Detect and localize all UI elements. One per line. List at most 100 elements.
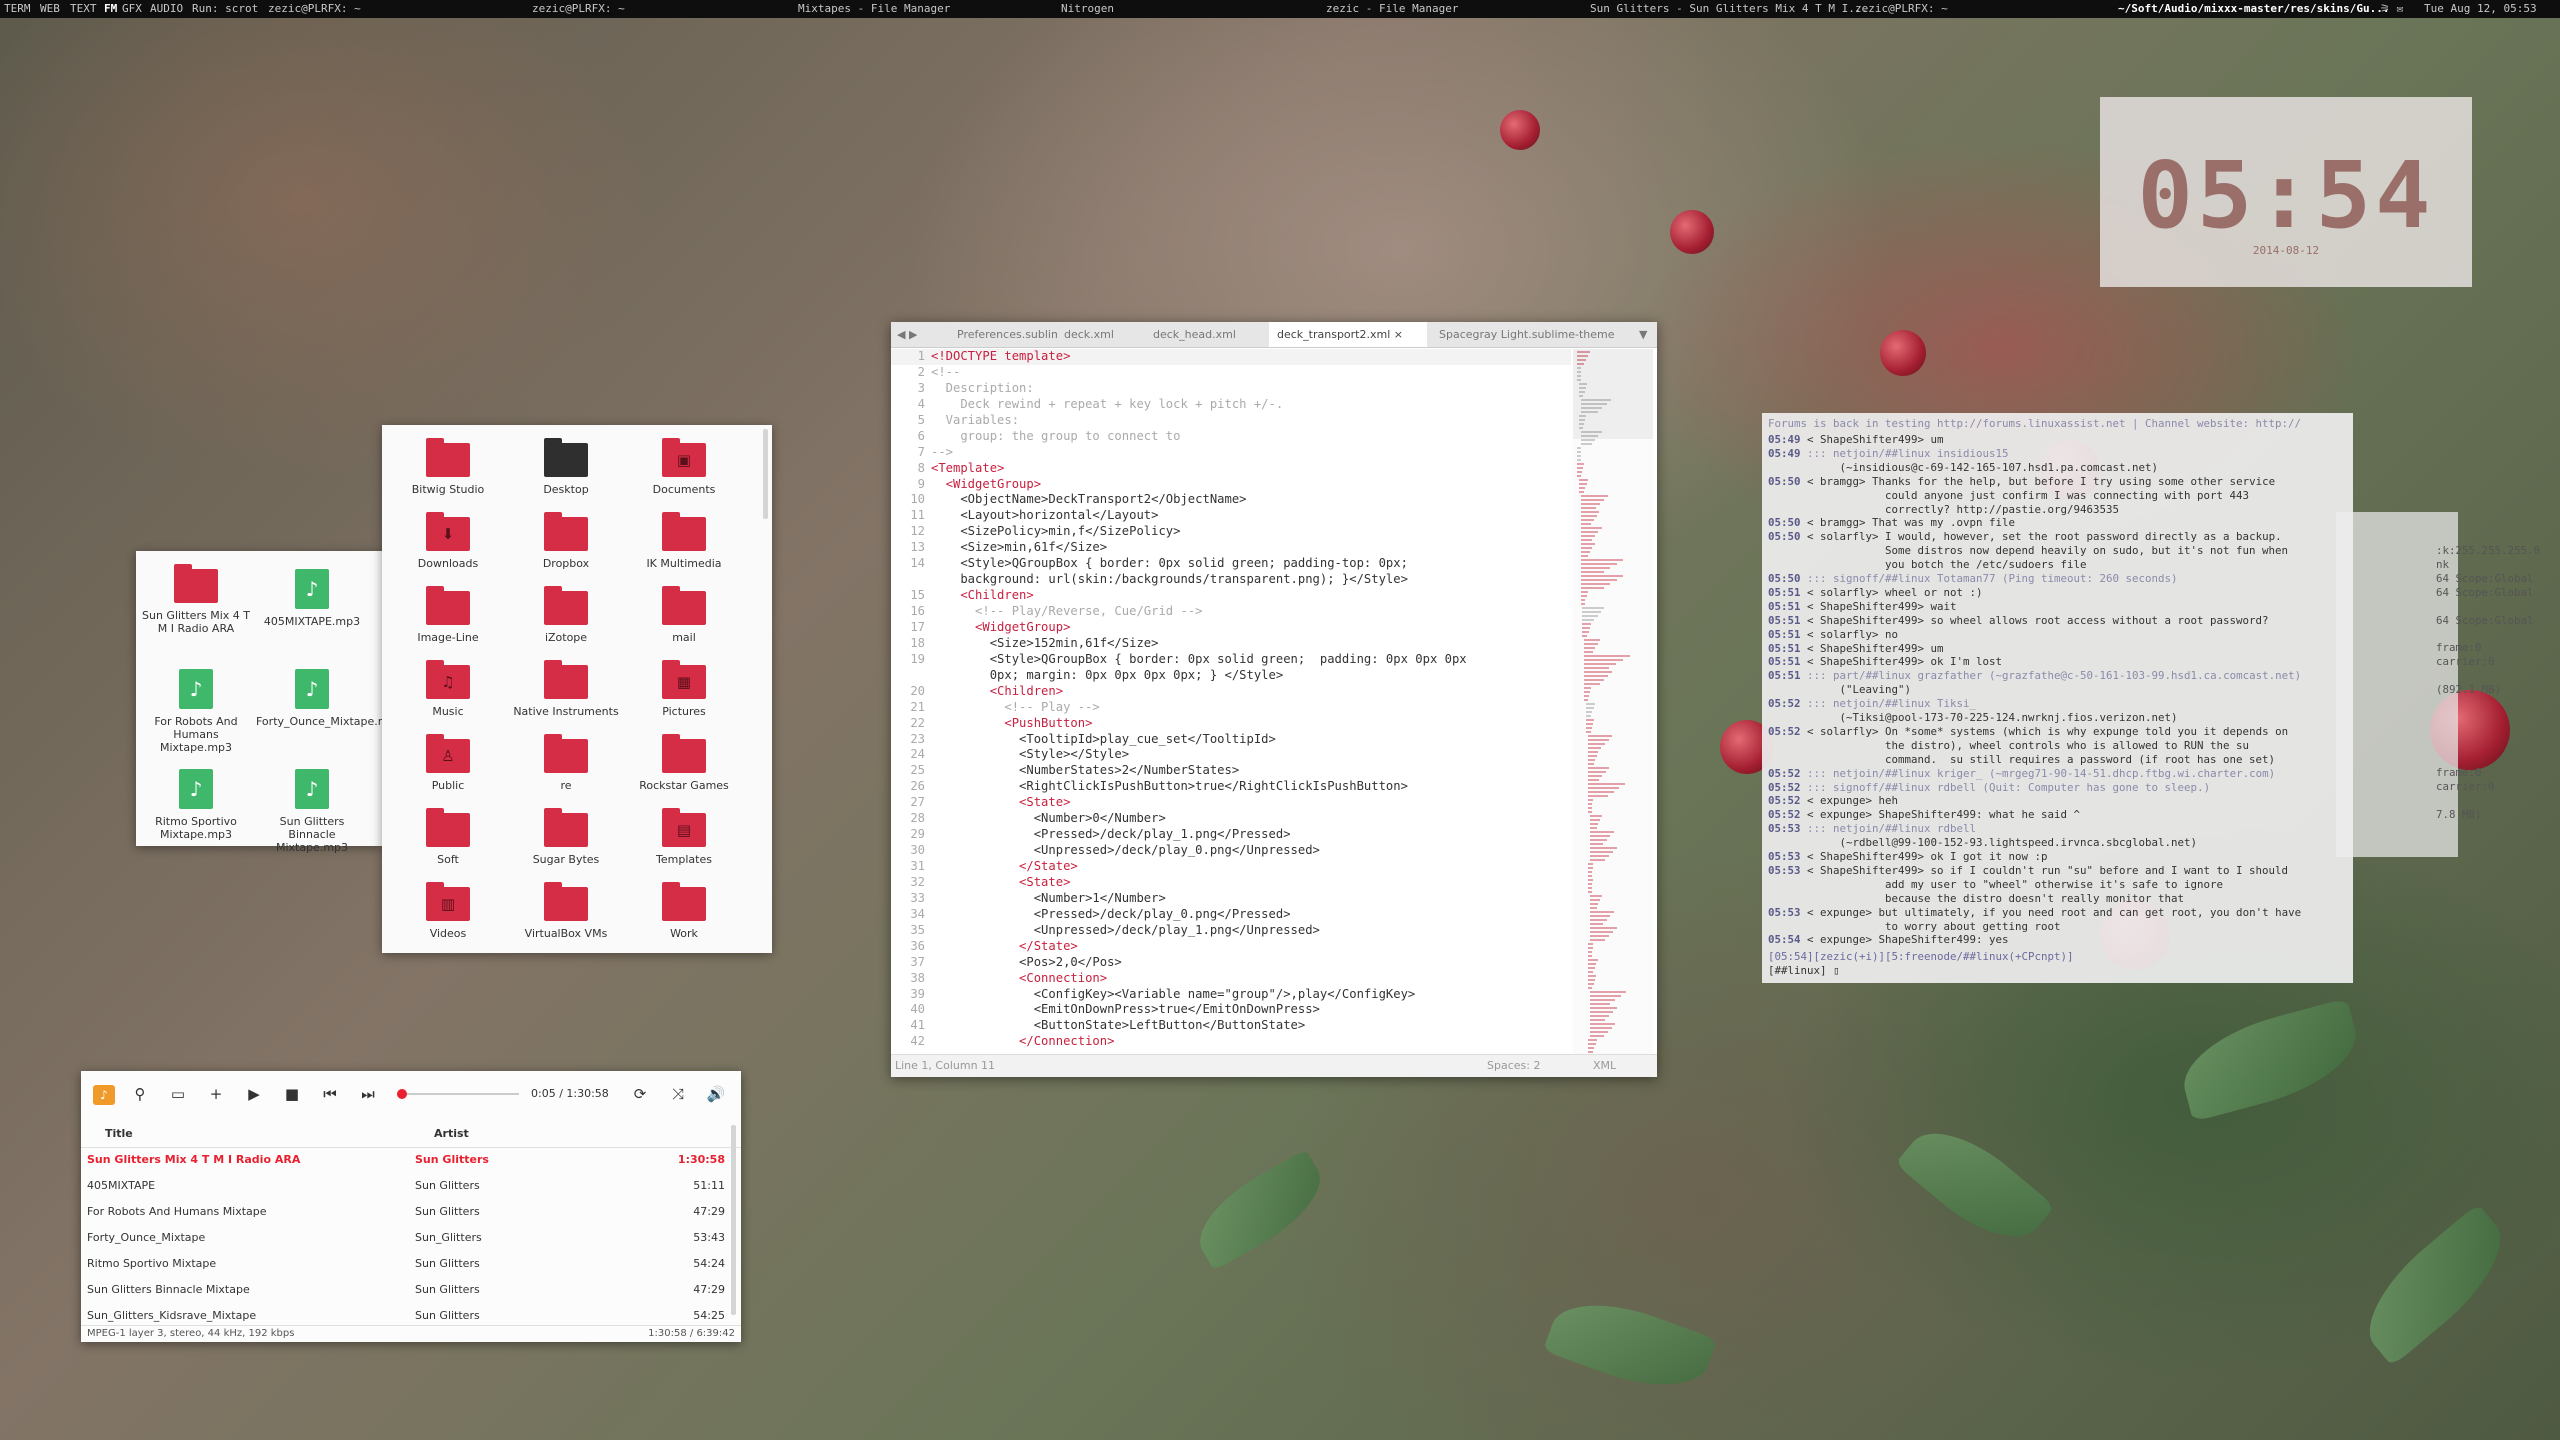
irc-input[interactable]: [##linux] ▯ [1768, 964, 1840, 978]
tab-nav-arrows[interactable]: ◀ ▶ [897, 322, 917, 347]
file-item[interactable]: Sun Glitters Mix 4 T M I Radio ARA [140, 564, 252, 635]
file-item[interactable]: ♪ For Robots And Humans Mixtape.mp3 [140, 669, 252, 754]
fm-scrollbar[interactable] [763, 429, 768, 519]
track-row[interactable]: Ritmo Sportivo Mixtape Sun Glitters 54:24 [81, 1251, 741, 1277]
workspace-audio[interactable]: AUDIO [150, 0, 183, 18]
search-icon[interactable]: ⚲ [129, 1083, 151, 1105]
folder-item[interactable]: re [506, 734, 626, 792]
column-artist[interactable]: Artist [434, 1127, 469, 1140]
folder-item[interactable]: Dropbox [506, 512, 626, 570]
minimap-line [1589, 995, 1621, 997]
file-item[interactable]: ♪ Sun Glitters Binnacle Mixtape.mp3 [256, 769, 368, 854]
line-number: 39 [910, 986, 925, 1001]
folder-item[interactable]: Native Instruments [506, 660, 626, 718]
taskbar-window[interactable]: zezic@PLRFX: ~ [532, 0, 625, 18]
folder-item[interactable]: ▣ Documents [624, 438, 744, 496]
taskbar-window[interactable]: zezic@PLRFX: ~ [268, 0, 361, 18]
folder-item[interactable]: ♙ Public [388, 734, 508, 792]
tab-preferences[interactable]: Preferences.sublime [957, 322, 1057, 347]
folder-item[interactable]: VirtualBox VMs [506, 882, 626, 940]
workspace-fm[interactable]: FM [104, 0, 117, 18]
repeat-icon[interactable]: ⟳ [629, 1083, 651, 1105]
minimap-line [1577, 451, 1581, 453]
tab-deck[interactable]: deck.xml [1064, 322, 1134, 347]
seek-bar[interactable] [397, 1089, 519, 1099]
seek-handle[interactable] [397, 1089, 408, 1099]
syntax-setting[interactable]: XML [1593, 1055, 1616, 1077]
folder-icon[interactable]: ▭ [167, 1083, 189, 1105]
irc-nick: < solarfly> [1807, 530, 1879, 544]
folder-item[interactable]: ⬇ Downloads [388, 512, 508, 570]
irc-topic: Forums is back in testing http://forums.… [1768, 417, 2302, 430]
workspace-gfx[interactable]: GFX [122, 0, 142, 18]
volume-icon[interactable]: 🔊 [705, 1083, 727, 1105]
track-row[interactable]: For Robots And Humans Mixtape Sun Glitter… [81, 1199, 741, 1225]
tab-deck-head[interactable]: deck_head.xml [1153, 322, 1263, 347]
irc-timestamp: 05:51 [1768, 585, 1801, 599]
minimap-line [1589, 999, 1616, 1001]
tracklist-scrollbar[interactable] [731, 1125, 736, 1315]
code-area[interactable]: 1 <!DOCTYPE template> 2 <!-- 3 Description: 4… [891, 349, 1571, 1054]
app-menu-icon[interactable]: ♪ [93, 1085, 115, 1105]
line-number: 10 [910, 492, 925, 507]
irc-nick: < ShapeShifter499> [1807, 863, 1925, 877]
folder-item[interactable]: mail [624, 586, 744, 644]
tab-dropdown-icon[interactable]: ▼ [1639, 322, 1653, 347]
folder-item[interactable]: Sugar Bytes [506, 808, 626, 866]
folder-item[interactable]: ▦ Pictures [624, 660, 744, 718]
add-icon[interactable]: + [205, 1083, 227, 1105]
file-item[interactable]: ♪ 405MIXTAPE.mp3 [256, 569, 368, 628]
tray-icons[interactable]: ⚞ ✉ [2380, 0, 2403, 18]
folder-item[interactable]: Bitwig Studio [388, 438, 508, 496]
minimap[interactable] [1573, 349, 1653, 1054]
folder-item[interactable]: ▤ Templates [624, 808, 744, 866]
irc-text: no [1878, 627, 1899, 641]
folder-item[interactable]: Desktop [506, 438, 626, 496]
line-number: 19 [910, 651, 925, 666]
play-icon[interactable]: ▶ [243, 1083, 265, 1105]
active-window-title[interactable]: ~/Soft/Audio/mixxx-master/res/skins/Gu..… [2118, 0, 2390, 18]
irc-text: (~Tiksi@pool-173-70-225-124.nwrknj.fios.… [1768, 711, 2178, 724]
next-icon[interactable]: ⏭ [357, 1083, 379, 1105]
irc-message: because the distro doesn't really monito… [1768, 892, 2184, 906]
sublime-editor: ◀ ▶ Preferences.sublime deck.xml deck_he… [891, 322, 1657, 1077]
line-number: 42 [910, 1034, 925, 1049]
indentation-setting[interactable]: Spaces: 2 [1487, 1055, 1540, 1077]
previous-icon[interactable]: ⏮ [319, 1083, 341, 1105]
folder-name: IK Multimedia [646, 557, 722, 570]
taskbar-window[interactable]: Sun Glitters - Sun Glitters Mix 4 T M I.… [1590, 0, 1868, 18]
taskbar-window[interactable]: zezic - File Manager [1326, 0, 1458, 18]
file-item[interactable]: ♪ Ritmo Sportivo Mixtape.mp3 [140, 769, 252, 841]
track-row[interactable]: Forty_Ounce_Mixtape Sun_Glitters 53:43 [81, 1225, 741, 1251]
workspace-term[interactable]: TERM [4, 0, 31, 18]
folder-item[interactable]: ▥ Videos [388, 882, 508, 940]
shuffle-icon[interactable]: ⤨ [667, 1083, 689, 1105]
column-title[interactable]: Title [105, 1127, 133, 1140]
track-row[interactable]: 405MIXTAPE Sun Glitters 51:11 [81, 1173, 741, 1199]
taskbar-window[interactable]: Mixtapes - File Manager [798, 0, 950, 18]
folder-item[interactable]: Rockstar Games [624, 734, 744, 792]
taskbar-window[interactable]: zezic@PLRFX: ~ [1855, 0, 1948, 18]
minimap-viewport[interactable] [1573, 349, 1653, 439]
folder-item[interactable]: iZotope [506, 586, 626, 644]
folder-item[interactable]: ♫ Music [388, 660, 508, 718]
irc-message: 05:51 < solarfly> wheel or not :) [1768, 586, 1983, 600]
minimap-line [1578, 491, 1584, 493]
folder-item[interactable]: Image-Line [388, 586, 508, 644]
minimap-line [1582, 631, 1589, 633]
stop-icon[interactable]: ■ [281, 1083, 303, 1105]
taskbar-window[interactable]: Nitrogen [1061, 0, 1114, 18]
workspace-web[interactable]: WEB [40, 0, 60, 18]
tab-spacegray-theme[interactable]: Spacegray Light.sublime-theme [1431, 322, 1639, 347]
file-item[interactable]: ♪ Forty_Ounce_Mixtape.mp3 [256, 669, 402, 728]
track-row[interactable]: Sun Glitters Binnacle Mixtape Sun Glitter… [81, 1277, 741, 1303]
folder-item[interactable]: Work [624, 882, 744, 940]
minimap-line [1587, 771, 1606, 773]
folder-item[interactable]: Soft [388, 808, 508, 866]
close-icon[interactable]: × [1394, 328, 1403, 341]
tab-deck-transport2[interactable]: deck_transport2.xml × [1269, 322, 1427, 347]
minimap-line [1584, 655, 1630, 657]
workspace-text[interactable]: TEXT [70, 0, 97, 18]
track-row[interactable]: Sun Glitters Mix 4 T M I Radio ARA Sun Gl… [81, 1147, 741, 1173]
folder-item[interactable]: IK Multimedia [624, 512, 744, 570]
